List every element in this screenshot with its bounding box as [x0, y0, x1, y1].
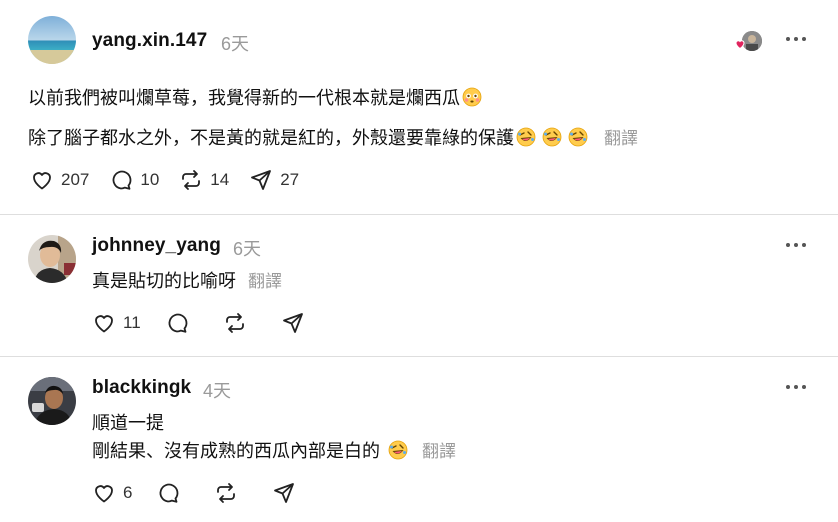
repost-icon [217, 483, 236, 503]
reply-time[interactable]: 4天 [203, 377, 231, 403]
share-button[interactable]: 27 [249, 168, 299, 192]
more-icon[interactable] [784, 34, 808, 44]
avatar[interactable] [28, 377, 76, 425]
like-count: 11 [123, 313, 141, 332]
post-line-1: 以前我們被叫爛草莓，我覺得新的一代根本就是爛西瓜 [28, 84, 482, 110]
reply-text-1: 真是貼切的比喻呀 [92, 271, 236, 291]
comment-button[interactable] [165, 311, 189, 335]
repost-count: 14 [210, 170, 230, 189]
translate-link[interactable]: 翻譯 [422, 442, 456, 461]
reply-actions: 11 [92, 311, 323, 335]
like-count: 207 [61, 170, 90, 189]
heart-badge-icon [735, 40, 745, 50]
post-text-2: 除了腦子都水之外，不是黃的就是紅的，外殼還要靠綠的保護 [28, 128, 514, 148]
share-icon [282, 313, 303, 333]
more-icon[interactable] [784, 240, 808, 250]
heart-icon [33, 172, 51, 190]
reply-text-2: 剛結果、沒有成熟的西瓜內部是白的 [92, 441, 380, 461]
comment-button[interactable]: 10 [109, 168, 159, 192]
reply-post: johnney_yang 6天 真是貼切的比喻呀 翻譯 11 [0, 215, 838, 356]
share-button[interactable] [272, 481, 296, 505]
reply-actions: 6 [92, 481, 314, 505]
reply-line-1: 順道一提 [92, 409, 164, 435]
post-line-2: 除了腦子都水之外，不是黃的就是紅的，外殼還要靠綠的保護 翻譯 [28, 124, 638, 150]
like-button[interactable]: 11 [92, 311, 141, 335]
like-count: 6 [123, 483, 133, 502]
heart-icon [95, 485, 113, 503]
reply-username[interactable]: johnney_yang [92, 235, 221, 257]
comment-count: 10 [140, 170, 160, 189]
rofl-face-icon [388, 440, 408, 460]
share-icon [274, 483, 295, 503]
translate-link[interactable]: 翻譯 [604, 129, 638, 148]
like-button[interactable]: 6 [92, 481, 132, 505]
more-icon[interactable] [784, 382, 808, 392]
avatar[interactable] [28, 235, 76, 283]
reply-line-2: 剛結果、沒有成熟的西瓜內部是白的 翻譯 [92, 437, 456, 463]
repost-button[interactable] [223, 311, 247, 335]
like-button[interactable]: 207 [30, 168, 89, 192]
rofl-face-icon [542, 127, 562, 147]
flushed-face-icon [462, 87, 482, 107]
reply-post: blackkingk 4天 順道一提 剛結果、沒有成熟的西瓜內部是白的 翻譯 6 [0, 357, 838, 522]
reply-line-1: 真是貼切的比喻呀 翻譯 [92, 267, 282, 293]
repost-icon [182, 170, 201, 190]
reply-username[interactable]: blackkingk [92, 377, 191, 399]
main-post: yang.xin.147 6天 以前我們被叫爛草莓，我覺得新的一代根本就是爛西瓜… [0, 0, 838, 214]
avatar[interactable] [28, 16, 76, 64]
comment-button[interactable] [156, 481, 180, 505]
comment-icon [112, 170, 132, 190]
post-time[interactable]: 6天 [221, 30, 249, 56]
heart-icon [95, 315, 113, 333]
repost-icon [225, 313, 244, 333]
share-icon [251, 170, 272, 190]
repost-button[interactable]: 14 [179, 168, 229, 192]
rofl-face-icon [516, 127, 536, 147]
rofl-face-icon [568, 127, 588, 147]
reply-time[interactable]: 6天 [233, 235, 261, 261]
translate-link[interactable]: 翻譯 [248, 272, 282, 291]
post-actions: 207 10 14 27 [30, 168, 317, 192]
comment-icon [160, 483, 179, 503]
repost-button[interactable] [214, 481, 238, 505]
share-count: 27 [280, 170, 300, 189]
post-text-1: 以前我們被叫爛草莓，我覺得新的一代根本就是爛西瓜 [28, 88, 460, 108]
post-username[interactable]: yang.xin.147 [92, 30, 207, 52]
reply-text-1: 順道一提 [92, 413, 164, 433]
comment-icon [168, 313, 187, 333]
share-button[interactable] [281, 311, 305, 335]
